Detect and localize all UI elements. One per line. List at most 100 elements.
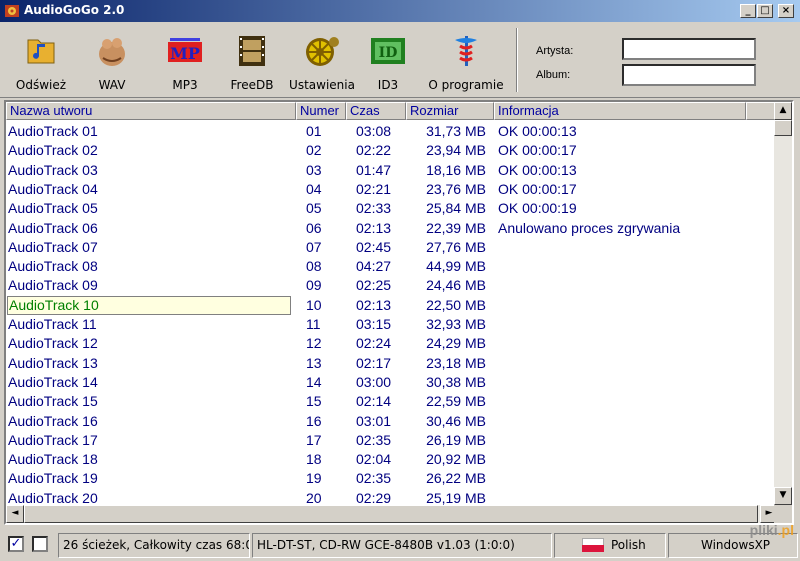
track-size-cell: 23,76 MB (426, 180, 486, 197)
table-row[interactable]: AudioTrack 06 06 02:13 22,39 MB Anulowano pr… (6, 219, 776, 238)
track-name-cell: AudioTrack 15 (8, 393, 98, 410)
table-row[interactable]: AudioTrack 18 18 02:04 20,92 MB (6, 450, 776, 469)
minimize-button[interactable]: _ (740, 4, 756, 18)
freedb-button[interactable]: FreeDB (224, 28, 280, 94)
track-info-cell: OK 00:00:13 (498, 161, 577, 178)
track-size-cell: 25,84 MB (426, 200, 486, 217)
column-header-info[interactable]: Informacja (494, 102, 746, 120)
wav-button[interactable]: WAV (84, 28, 140, 94)
column-header-name[interactable]: Nazwa utworu (6, 102, 296, 120)
track-number-cell: 14 (306, 373, 322, 390)
track-name-cell: AudioTrack 05 (8, 200, 98, 217)
table-row[interactable]: AudioTrack 14 14 03:00 30,38 MB (6, 373, 776, 392)
track-name-cell: AudioTrack 01 (8, 123, 98, 139)
album-field[interactable] (622, 64, 756, 86)
table-row[interactable]: AudioTrack 16 16 03:01 30,46 MB (6, 412, 776, 431)
refresh-label: Odśwież (15, 78, 67, 92)
toolbar-separator (516, 28, 518, 92)
polish-flag-icon (582, 538, 604, 552)
table-row[interactable]: AudioTrack 09 09 02:25 24,46 MB (6, 276, 776, 295)
column-header-filler (746, 102, 776, 120)
track-time-cell: 03:00 (356, 373, 392, 390)
track-size-cell: 22,59 MB (426, 393, 486, 410)
table-row[interactable]: AudioTrack 05 05 02:33 25,84 MB OK 00:00:19 (6, 199, 776, 218)
table-row[interactable]: AudioTrack 19 19 02:35 26,22 MB (6, 469, 776, 488)
id3-button[interactable]: ID ID3 (360, 28, 416, 94)
scroll-down-button[interactable]: ▼ (774, 487, 792, 505)
track-info-cell: OK 00:00:19 (498, 200, 577, 217)
scroll-left-button[interactable]: ◄ (6, 505, 24, 523)
table-row[interactable]: AudioTrack 07 07 02:45 27,76 MB (6, 238, 776, 257)
language-selector[interactable]: Polish (554, 533, 666, 558)
track-number-cell: 07 (306, 238, 322, 255)
track-name-cell: AudioTrack 19 (8, 470, 98, 487)
settings-button[interactable]: Ustawienia (288, 28, 356, 94)
title-bar[interactable]: AudioGoGo 2.0 _ □ × (0, 0, 800, 22)
track-number-cell: 19 (306, 470, 322, 487)
track-time-cell: 04:27 (356, 258, 392, 275)
track-time-cell: 03:08 (356, 123, 392, 139)
track-info-cell: Anulowano proces zgrywania (498, 219, 681, 236)
about-button[interactable]: O programie (428, 28, 504, 94)
status-summary: 26 ścieżek, Całkowity czas 68:04 (58, 533, 250, 558)
track-time-cell: 03:01 (356, 412, 392, 429)
horizontal-scrollbar[interactable]: ◄ ► (6, 505, 778, 523)
svg-text:ID: ID (379, 45, 398, 61)
track-number-cell: 05 (306, 200, 322, 217)
maximize-button[interactable]: □ (757, 4, 773, 18)
track-size-cell: 44,99 MB (426, 258, 486, 275)
track-number-cell: 18 (306, 451, 322, 468)
track-info-cell: OK 00:00:13 (498, 123, 577, 139)
track-list[interactable]: Nazwa utworu Numer Czas Rozmiar Informac… (4, 100, 794, 525)
id3-icon: ID (371, 38, 405, 64)
track-name-cell: AudioTrack 14 (8, 373, 98, 390)
track-number-cell: 04 (306, 180, 322, 197)
track-size-cell: 32,93 MB (426, 316, 486, 332)
track-time-cell: 03:15 (356, 316, 392, 332)
table-row[interactable]: AudioTrack 15 15 02:14 22,59 MB (6, 392, 776, 411)
table-row[interactable]: AudioTrack 12 12 02:24 24,29 MB (6, 334, 776, 353)
refresh-music-icon (27, 39, 55, 64)
track-size-cell: 27,76 MB (426, 238, 486, 255)
horizontal-scroll-thumb[interactable] (24, 505, 758, 523)
close-button[interactable]: × (778, 4, 794, 18)
track-name-cell: AudioTrack 18 (8, 451, 98, 468)
mp3-button[interactable]: MP MP3 (154, 28, 216, 94)
app-window: AudioGoGo 2.0 _ □ × Odśwież WAV MP MP3 F… (0, 0, 800, 561)
track-name-cell: AudioTrack 02 (8, 142, 98, 159)
artist-field[interactable] (622, 38, 756, 60)
table-row[interactable]: AudioTrack 04 04 02:21 23,76 MB OK 00:00:17 (6, 180, 776, 199)
settings-gear-icon (306, 37, 339, 66)
table-row[interactable]: AudioTrack 08 08 04:27 44,99 MB (6, 257, 776, 276)
track-size-cell: 23,18 MB (426, 354, 486, 371)
settings-label: Ustawienia (289, 78, 355, 92)
status-drive: HL-DT-ST, CD-RW GCE-8480B v1.03 (1:0:0) (252, 533, 552, 558)
svg-text:MP: MP (170, 44, 200, 63)
table-row[interactable]: AudioTrack 13 13 02:17 23,18 MB (6, 354, 776, 373)
column-header-number[interactable]: Numer (296, 102, 346, 120)
vertical-scroll-thumb[interactable] (774, 120, 792, 136)
table-row[interactable]: AudioTrack 11 11 03:15 32,93 MB (6, 315, 776, 334)
track-name-cell: AudioTrack 12 (8, 335, 98, 352)
toolbar: Odśwież WAV MP MP3 FreeDB Ustawienia ID … (0, 24, 800, 98)
track-size-cell: 23,94 MB (426, 142, 486, 159)
track-info-cell: OK 00:00:17 (498, 180, 577, 197)
track-size-cell: 24,29 MB (426, 335, 486, 352)
refresh-button[interactable]: Odśwież (10, 28, 72, 94)
checkbox-checked[interactable]: ✓ (8, 536, 24, 552)
table-row[interactable]: AudioTrack 10 10 02:13 22,50 MB (6, 295, 776, 315)
table-row[interactable]: AudioTrack 01 01 03:08 31,73 MB OK 00:00:13 (6, 122, 776, 141)
table-row[interactable]: AudioTrack 02 02 02:22 23,94 MB OK 00:00:17 (6, 141, 776, 160)
table-row[interactable]: AudioTrack 17 17 02:35 26,19 MB (6, 431, 776, 450)
checkbox-unchecked[interactable] (32, 536, 48, 552)
track-name-cell: AudioTrack 03 (8, 161, 98, 178)
track-number-cell: 12 (306, 335, 322, 352)
column-header-size[interactable]: Rozmiar (406, 102, 494, 120)
track-number-cell: 13 (306, 354, 322, 371)
vertical-scrollbar[interactable]: ▲ ▼ (774, 102, 792, 505)
scroll-up-button[interactable]: ▲ (774, 102, 792, 120)
table-row[interactable]: AudioTrack 03 03 01:47 18,16 MB OK 00:00:13 (6, 161, 776, 180)
column-header-time[interactable]: Czas (346, 102, 406, 120)
window-title: AudioGoGo 2.0 (24, 3, 125, 17)
track-number-cell: 11 (306, 316, 321, 332)
